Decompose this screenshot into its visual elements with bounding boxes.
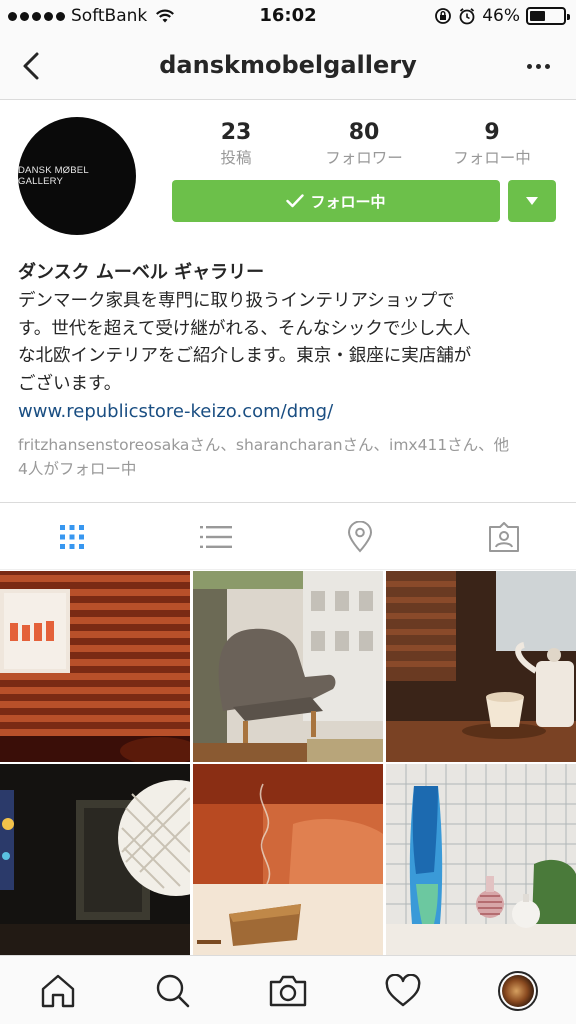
- triangle-down-icon: [526, 197, 538, 205]
- status-right: 46%: [434, 6, 570, 26]
- bio-line: デンマーク家具を専門に取り扱うインテリアショップで: [18, 291, 455, 311]
- location-pin-icon: [347, 521, 373, 553]
- stat-value: 80: [348, 120, 380, 145]
- stat-label: フォロワー: [325, 149, 403, 167]
- tab-map-view[interactable]: [288, 503, 432, 571]
- bio-line: な北欧インテリアをご紹介します。東京・銀座に実店舗が: [18, 346, 472, 366]
- followed-by-line: 4人がフォロー中: [18, 460, 137, 478]
- suggestions-dropdown-button[interactable]: [508, 180, 556, 222]
- heart-icon: [385, 973, 420, 1006]
- profile-bio: デンマーク家具を専門に取り扱うインテリアショップで す。世代を超えて受け継がれる…: [18, 288, 558, 398]
- rotation-lock-icon: [435, 8, 452, 24]
- list-icon: [200, 526, 232, 548]
- alarm-icon: [459, 8, 475, 25]
- bottom-tab-bar: [0, 955, 576, 1024]
- more-options-button[interactable]: [518, 54, 558, 78]
- profile-name: ダンスク ムーベル ギャラリー: [18, 262, 265, 283]
- post-thumbnail[interactable]: [386, 764, 576, 955]
- post-thumbnail[interactable]: [0, 764, 190, 955]
- profile-avatar-icon: [497, 970, 538, 1011]
- stat-label: 投稿: [220, 149, 252, 167]
- post-thumbnail[interactable]: [386, 571, 576, 762]
- stat-value: 23: [220, 120, 252, 145]
- tab-tagged-view[interactable]: [432, 503, 576, 571]
- bio-line: ございます。: [18, 373, 122, 394]
- stat-value: 9: [484, 120, 500, 145]
- tab-grid-view[interactable]: [0, 503, 144, 571]
- following-button[interactable]: フォロー中: [172, 180, 500, 222]
- profile-view-tabs: [0, 502, 576, 570]
- followed-by-text[interactable]: fritzhansenstoreosakaさん、sharancharanさん、i…: [18, 433, 563, 481]
- tab-search[interactable]: [115, 956, 230, 1024]
- tab-activity[interactable]: [345, 956, 460, 1024]
- camera-icon: [269, 975, 306, 1006]
- tab-profile[interactable]: [460, 956, 575, 1024]
- navigation-bar: danskmobelgallery: [0, 32, 576, 100]
- post-thumbnail[interactable]: [193, 764, 383, 955]
- followed-by-line: fritzhansenstoreosakaさん、sharancharanさん、i…: [18, 436, 510, 454]
- status-bar: SoftBank 16:02 46%: [0, 0, 576, 32]
- stat-label: フォロー中: [453, 149, 531, 167]
- post-thumbnail[interactable]: [193, 571, 383, 762]
- battery-percent: 46%: [482, 6, 520, 26]
- tagged-person-icon: [489, 522, 519, 552]
- tab-home[interactable]: [0, 956, 115, 1024]
- username-title: danskmobelgallery: [159, 51, 417, 79]
- tab-camera[interactable]: [230, 956, 345, 1024]
- posts-count[interactable]: 23 投稿: [171, 120, 301, 168]
- avatar-logo-text: DANSK MØBEL GALLERY: [18, 165, 89, 187]
- website-link[interactable]: www.republicstore-keizo.com/dmg/: [18, 401, 333, 422]
- tab-list-view[interactable]: [144, 503, 288, 571]
- battery-level-fill: [530, 11, 545, 21]
- profile-avatar[interactable]: DANSK MØBEL GALLERY: [18, 117, 136, 235]
- search-icon: [156, 974, 189, 1007]
- following-count[interactable]: 9 フォロー中: [427, 120, 557, 168]
- followers-count[interactable]: 80 フォロワー: [299, 120, 429, 168]
- posts-grid: [0, 571, 576, 955]
- home-icon: [41, 974, 74, 1007]
- following-button-label: フォロー中: [310, 192, 386, 211]
- profile-header: DANSK MØBEL GALLERY 23 投稿 80 フォロワー 9 フォロ…: [0, 100, 576, 502]
- grid-icon: [60, 525, 84, 549]
- bio-line: す。世代を超えて受け継がれる、そんなシックで少し大人: [18, 318, 471, 339]
- battery-icon: [526, 7, 570, 25]
- checkmark-icon: [286, 194, 305, 208]
- more-dots-icon: [526, 63, 532, 69]
- post-thumbnail[interactable]: [0, 571, 190, 762]
